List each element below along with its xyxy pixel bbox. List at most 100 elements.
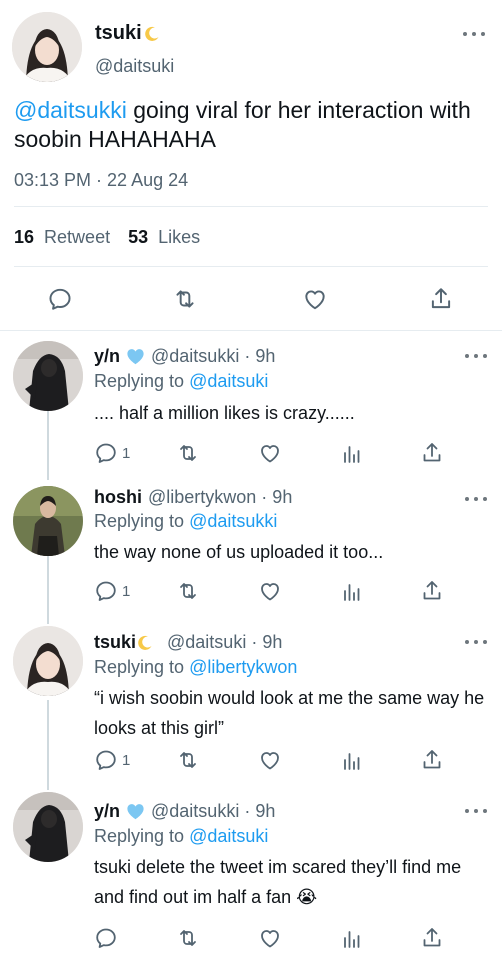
share-button[interactable]: [420, 748, 444, 772]
blue-heart-icon: [127, 349, 144, 365]
avatar-photo: [13, 486, 83, 556]
avatar[interactable]: [13, 341, 83, 411]
author-name-row[interactable]: tsuki: [95, 22, 160, 45]
reply-button[interactable]: 1: [94, 748, 130, 772]
reply-icon: [96, 928, 116, 948]
reply-icon: [96, 581, 116, 601]
avatar[interactable]: [13, 626, 83, 696]
moon-icon: [138, 635, 152, 650]
reply-icon: [96, 443, 116, 463]
tweet-text: @daitsukki going viral for her interacti…: [14, 96, 489, 154]
share-button[interactable]: [420, 579, 444, 603]
avatar-photo: [13, 792, 83, 862]
like-button[interactable]: [258, 748, 282, 772]
reply-text: “i wish soobin would look at me the same…: [94, 688, 485, 738]
more-icon[interactable]: [463, 29, 485, 39]
retweet-icon: [176, 290, 194, 308]
views-button[interactable]: [340, 579, 364, 603]
retweet-button[interactable]: [176, 441, 200, 465]
replying-to: Replying to @daitsuki: [94, 826, 268, 847]
mention-link[interactable]: @daitsukki: [14, 97, 127, 123]
analytics-icon: [344, 584, 360, 601]
share-icon: [423, 443, 441, 462]
likes-stat[interactable]: 53 Likes: [128, 227, 200, 248]
retweet-button[interactable]: [176, 748, 200, 772]
reply-button[interactable]: [94, 926, 118, 950]
replying-to: Replying to @daitsukki: [94, 511, 277, 532]
reply-count: 1: [122, 444, 131, 462]
avatar-photo: [13, 341, 83, 411]
more-icon[interactable]: [465, 806, 487, 816]
retweets-count: 16: [14, 227, 35, 247]
share-button[interactable]: [420, 441, 444, 465]
avatar[interactable]: [13, 486, 83, 556]
reply-header: y/n @daitsukki · 9h: [94, 346, 275, 367]
divider: [0, 330, 502, 331]
like-button[interactable]: [258, 579, 282, 603]
reply-author-name[interactable]: y/n: [94, 801, 120, 822]
share-button[interactable]: [420, 926, 444, 950]
replying-to-link[interactable]: @daitsuki: [189, 826, 268, 846]
retweet-icon: [180, 583, 196, 599]
reply-count: 1: [122, 751, 131, 769]
views-button[interactable]: [340, 748, 364, 772]
more-icon[interactable]: [465, 351, 487, 361]
more-icon[interactable]: [465, 637, 487, 647]
tweet-timestamp[interactable]: 03:13 PM · 22 Aug 24: [14, 170, 188, 191]
reply-count: 1: [122, 582, 131, 600]
blue-heart-icon: [127, 804, 144, 820]
reply-button[interactable]: 1: [94, 579, 130, 603]
heart-icon: [305, 290, 325, 310]
like-button[interactable]: [258, 441, 282, 465]
replying-to-link[interactable]: @daitsukki: [189, 511, 277, 531]
reply-header: hoshi @libertykwon · 9h: [94, 487, 292, 508]
reply-author-name[interactable]: y/n: [94, 346, 120, 367]
reply-handle-time[interactable]: @daitsukki · 9h: [151, 346, 275, 367]
analytics-icon: [344, 931, 360, 948]
retweets-stat[interactable]: 16 Retweet: [14, 227, 110, 248]
more-icon[interactable]: [465, 494, 487, 504]
author-name[interactable]: tsuki: [95, 22, 142, 45]
avatar-photo: [13, 626, 83, 696]
heart-icon: [261, 583, 279, 601]
views-button[interactable]: [340, 441, 364, 465]
analytics-icon: [344, 753, 360, 770]
thread-connector: [47, 410, 49, 480]
retweet-button[interactable]: [172, 286, 198, 312]
share-button[interactable]: [428, 286, 454, 312]
retweet-button[interactable]: [176, 926, 200, 950]
avatar-photo: [12, 12, 82, 82]
retweet-button[interactable]: [176, 579, 200, 603]
reply-button[interactable]: 1: [94, 441, 130, 465]
reply-header: y/n @daitsukki · 9h: [94, 801, 275, 822]
reply-author-name[interactable]: hoshi: [94, 487, 142, 508]
reply-button[interactable]: [47, 286, 73, 312]
author-handle[interactable]: @daitsuki: [95, 56, 174, 77]
reply-actions: 1: [94, 579, 454, 605]
retweets-label: Retweet: [44, 227, 111, 247]
replying-to: Replying to @libertykwon: [94, 657, 297, 678]
reply-actions: 1: [94, 441, 454, 467]
replying-to-link[interactable]: @libertykwon: [189, 657, 297, 677]
replying-label: Replying to: [94, 371, 190, 391]
heart-icon: [261, 930, 279, 948]
replying-to-link[interactable]: @daitsuki: [189, 371, 268, 391]
avatar[interactable]: [12, 12, 82, 82]
reply-handle-time[interactable]: @daitsukki · 9h: [151, 801, 275, 822]
views-button[interactable]: [340, 926, 364, 950]
reply-header: tsuki @daitsuki · 9h: [94, 632, 282, 653]
reply-author-name[interactable]: tsuki: [94, 632, 136, 653]
avatar[interactable]: [13, 792, 83, 862]
share-icon: [423, 750, 441, 769]
like-button[interactable]: [258, 926, 282, 950]
replying-to: Replying to @daitsuki: [94, 371, 268, 392]
retweet-icon: [180, 445, 196, 461]
share-icon: [423, 581, 441, 600]
reply-text: the way none of us uploaded it too...: [94, 542, 384, 562]
replying-label: Replying to: [94, 657, 190, 677]
reply-handle-time[interactable]: @libertykwon · 9h: [148, 487, 292, 508]
like-button[interactable]: [302, 286, 328, 312]
divider: [14, 266, 488, 267]
reply-handle-time[interactable]: @daitsuki · 9h: [167, 632, 282, 653]
likes-count: 53: [128, 227, 149, 247]
